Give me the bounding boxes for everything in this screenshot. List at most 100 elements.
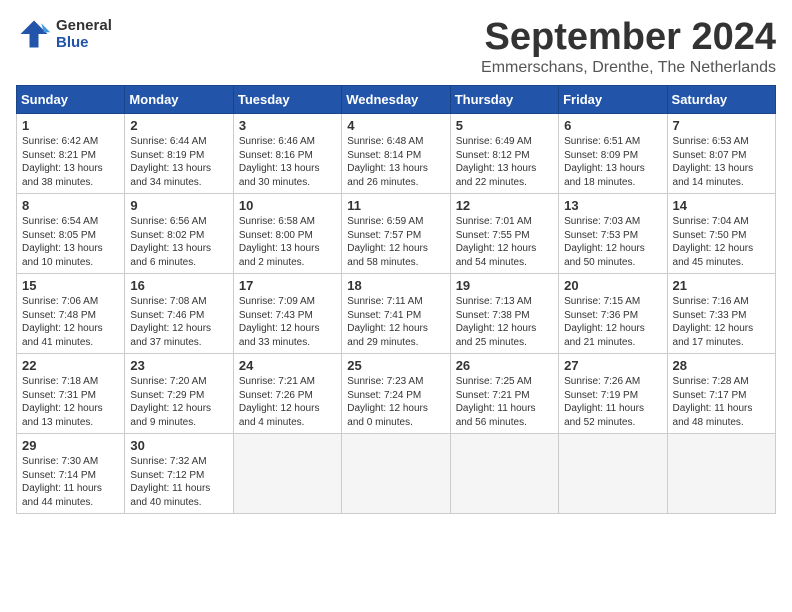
calendar-cell: 12 Sunrise: 7:01 AM Sunset: 7:55 PM Dayli… bbox=[450, 194, 558, 274]
week-row-2: 8 Sunrise: 6:54 AM Sunset: 8:05 PM Daylig… bbox=[17, 194, 776, 274]
calendar-cell: 3Sunrise: 6:46 AM Sunset: 8:16 PM Daylig… bbox=[233, 114, 341, 194]
day-number: 9 bbox=[130, 198, 227, 213]
calendar-cell: 22Sunrise: 7:18 AM Sunset: 7:31 PM Dayli… bbox=[17, 354, 125, 434]
day-number: 13 bbox=[564, 198, 661, 213]
cell-details: Sunrise: 7:01 AM Sunset: 7:55 PM Dayligh… bbox=[456, 215, 553, 269]
calendar-cell: 18 Sunrise: 7:11 AM Sunset: 7:41 PM Dayli… bbox=[342, 274, 450, 354]
day-number: 8 bbox=[22, 198, 119, 213]
calendar-cell: 11 Sunrise: 6:59 AM Sunset: 7:57 PM Dayli… bbox=[342, 194, 450, 274]
calendar-cell: 5 Sunrise: 6:49 AM Sunset: 8:12 PM Daylig… bbox=[450, 114, 558, 194]
calendar-cell bbox=[233, 434, 341, 514]
day-number: 6 bbox=[564, 118, 661, 133]
cell-details: Sunrise: 7:04 AM Sunset: 7:50 PM Dayligh… bbox=[673, 215, 770, 269]
calendar-cell: 9 Sunrise: 6:56 AM Sunset: 8:02 PM Daylig… bbox=[125, 194, 233, 274]
calendar-cell: 23 Sunrise: 7:20 AM Sunset: 7:29 PM Dayli… bbox=[125, 354, 233, 434]
cell-details: Sunrise: 6:44 AM Sunset: 8:19 PM Dayligh… bbox=[130, 135, 227, 189]
day-number: 4 bbox=[347, 118, 444, 133]
cell-details: Sunrise: 7:03 AM Sunset: 7:53 PM Dayligh… bbox=[564, 215, 661, 269]
cell-details: Sunrise: 7:09 AM Sunset: 7:43 PM Dayligh… bbox=[239, 295, 336, 349]
day-number: 15 bbox=[22, 278, 119, 293]
weekday-wednesday: Wednesday bbox=[342, 86, 450, 114]
weekday-saturday: Saturday bbox=[667, 86, 775, 114]
cell-details: Sunrise: 6:54 AM Sunset: 8:05 PM Dayligh… bbox=[22, 215, 119, 269]
cell-details: Sunrise: 7:20 AM Sunset: 7:29 PM Dayligh… bbox=[130, 375, 227, 429]
month-title: September 2024 bbox=[481, 16, 776, 59]
weekday-friday: Friday bbox=[559, 86, 667, 114]
day-number: 5 bbox=[456, 118, 553, 133]
calendar-cell: 28 Sunrise: 7:28 AM Sunset: 7:17 PM Dayli… bbox=[667, 354, 775, 434]
cell-details: Sunrise: 7:08 AM Sunset: 7:46 PM Dayligh… bbox=[130, 295, 227, 349]
weekday-tuesday: Tuesday bbox=[233, 86, 341, 114]
calendar-body: 1Sunrise: 6:42 AM Sunset: 8:21 PM Daylig… bbox=[17, 114, 776, 514]
calendar-cell: 25 Sunrise: 7:23 AM Sunset: 7:24 PM Dayli… bbox=[342, 354, 450, 434]
calendar-cell: 17 Sunrise: 7:09 AM Sunset: 7:43 PM Dayli… bbox=[233, 274, 341, 354]
day-number: 7 bbox=[673, 118, 770, 133]
cell-details: Sunrise: 6:56 AM Sunset: 8:02 PM Dayligh… bbox=[130, 215, 227, 269]
weekday-sunday: Sunday bbox=[17, 86, 125, 114]
cell-details: Sunrise: 6:48 AM Sunset: 8:14 PM Dayligh… bbox=[347, 135, 444, 189]
day-number: 23 bbox=[130, 358, 227, 373]
header: General Blue September 2024 Emmerschans,… bbox=[16, 16, 776, 77]
calendar-cell: 2 Sunrise: 6:44 AM Sunset: 8:19 PM Daylig… bbox=[125, 114, 233, 194]
cell-details: Sunrise: 6:59 AM Sunset: 7:57 PM Dayligh… bbox=[347, 215, 444, 269]
week-row-4: 22Sunrise: 7:18 AM Sunset: 7:31 PM Dayli… bbox=[17, 354, 776, 434]
day-number: 14 bbox=[673, 198, 770, 213]
cell-details: Sunrise: 7:13 AM Sunset: 7:38 PM Dayligh… bbox=[456, 295, 553, 349]
week-row-5: 29 Sunrise: 7:30 AM Sunset: 7:14 PM Dayli… bbox=[17, 434, 776, 514]
logo-text-blue: Blue bbox=[56, 34, 112, 51]
cell-details: Sunrise: 7:23 AM Sunset: 7:24 PM Dayligh… bbox=[347, 375, 444, 429]
day-number: 12 bbox=[456, 198, 553, 213]
calendar-cell bbox=[559, 434, 667, 514]
cell-details: Sunrise: 6:53 AM Sunset: 8:07 PM Dayligh… bbox=[673, 135, 770, 189]
cell-details: Sunrise: 7:21 AM Sunset: 7:26 PM Dayligh… bbox=[239, 375, 336, 429]
day-number: 25 bbox=[347, 358, 444, 373]
cell-details: Sunrise: 7:06 AM Sunset: 7:48 PM Dayligh… bbox=[22, 295, 119, 349]
cell-details: Sunrise: 7:16 AM Sunset: 7:33 PM Dayligh… bbox=[673, 295, 770, 349]
logo-icon bbox=[16, 16, 52, 52]
calendar-cell: 1Sunrise: 6:42 AM Sunset: 8:21 PM Daylig… bbox=[17, 114, 125, 194]
location-subtitle: Emmerschans, Drenthe, The Netherlands bbox=[481, 59, 776, 77]
cell-details: Sunrise: 7:32 AM Sunset: 7:12 PM Dayligh… bbox=[130, 455, 227, 509]
day-number: 27 bbox=[564, 358, 661, 373]
cell-details: Sunrise: 7:26 AM Sunset: 7:19 PM Dayligh… bbox=[564, 375, 661, 429]
weekday-thursday: Thursday bbox=[450, 86, 558, 114]
cell-details: Sunrise: 7:30 AM Sunset: 7:14 PM Dayligh… bbox=[22, 455, 119, 509]
cell-details: Sunrise: 7:18 AM Sunset: 7:31 PM Dayligh… bbox=[22, 375, 119, 429]
week-row-1: 1Sunrise: 6:42 AM Sunset: 8:21 PM Daylig… bbox=[17, 114, 776, 194]
calendar-cell: 26 Sunrise: 7:25 AM Sunset: 7:21 PM Dayli… bbox=[450, 354, 558, 434]
cell-details: Sunrise: 6:51 AM Sunset: 8:09 PM Dayligh… bbox=[564, 135, 661, 189]
cell-details: Sunrise: 7:25 AM Sunset: 7:21 PM Dayligh… bbox=[456, 375, 553, 429]
day-number: 30 bbox=[130, 438, 227, 453]
calendar-cell: 15 Sunrise: 7:06 AM Sunset: 7:48 PM Dayli… bbox=[17, 274, 125, 354]
cell-details: Sunrise: 7:28 AM Sunset: 7:17 PM Dayligh… bbox=[673, 375, 770, 429]
day-number: 29 bbox=[22, 438, 119, 453]
calendar-cell: 24 Sunrise: 7:21 AM Sunset: 7:26 PM Dayli… bbox=[233, 354, 341, 434]
day-number: 18 bbox=[347, 278, 444, 293]
logo-text-general: General bbox=[56, 17, 112, 34]
weekday-header-row: SundayMondayTuesdayWednesdayThursdayFrid… bbox=[17, 86, 776, 114]
day-number: 24 bbox=[239, 358, 336, 373]
day-number: 28 bbox=[673, 358, 770, 373]
calendar-cell: 10Sunrise: 6:58 AM Sunset: 8:00 PM Dayli… bbox=[233, 194, 341, 274]
day-number: 21 bbox=[673, 278, 770, 293]
calendar-cell bbox=[667, 434, 775, 514]
day-number: 17 bbox=[239, 278, 336, 293]
calendar-cell: 7 Sunrise: 6:53 AM Sunset: 8:07 PM Daylig… bbox=[667, 114, 775, 194]
day-number: 19 bbox=[456, 278, 553, 293]
cell-details: Sunrise: 6:49 AM Sunset: 8:12 PM Dayligh… bbox=[456, 135, 553, 189]
day-number: 10 bbox=[239, 198, 336, 213]
calendar-cell: 29 Sunrise: 7:30 AM Sunset: 7:14 PM Dayli… bbox=[17, 434, 125, 514]
title-area: September 2024 Emmerschans, Drenthe, The… bbox=[481, 16, 776, 77]
cell-details: Sunrise: 6:46 AM Sunset: 8:16 PM Dayligh… bbox=[239, 135, 336, 189]
calendar-table: SundayMondayTuesdayWednesdayThursdayFrid… bbox=[16, 85, 776, 514]
weekday-monday: Monday bbox=[125, 86, 233, 114]
cell-details: Sunrise: 6:42 AM Sunset: 8:21 PM Dayligh… bbox=[22, 135, 119, 189]
calendar-cell: 19 Sunrise: 7:13 AM Sunset: 7:38 PM Dayli… bbox=[450, 274, 558, 354]
calendar-cell bbox=[450, 434, 558, 514]
day-number: 11 bbox=[347, 198, 444, 213]
day-number: 2 bbox=[130, 118, 227, 133]
calendar-cell bbox=[342, 434, 450, 514]
day-number: 26 bbox=[456, 358, 553, 373]
calendar-cell: 4 Sunrise: 6:48 AM Sunset: 8:14 PM Daylig… bbox=[342, 114, 450, 194]
cell-details: Sunrise: 7:11 AM Sunset: 7:41 PM Dayligh… bbox=[347, 295, 444, 349]
